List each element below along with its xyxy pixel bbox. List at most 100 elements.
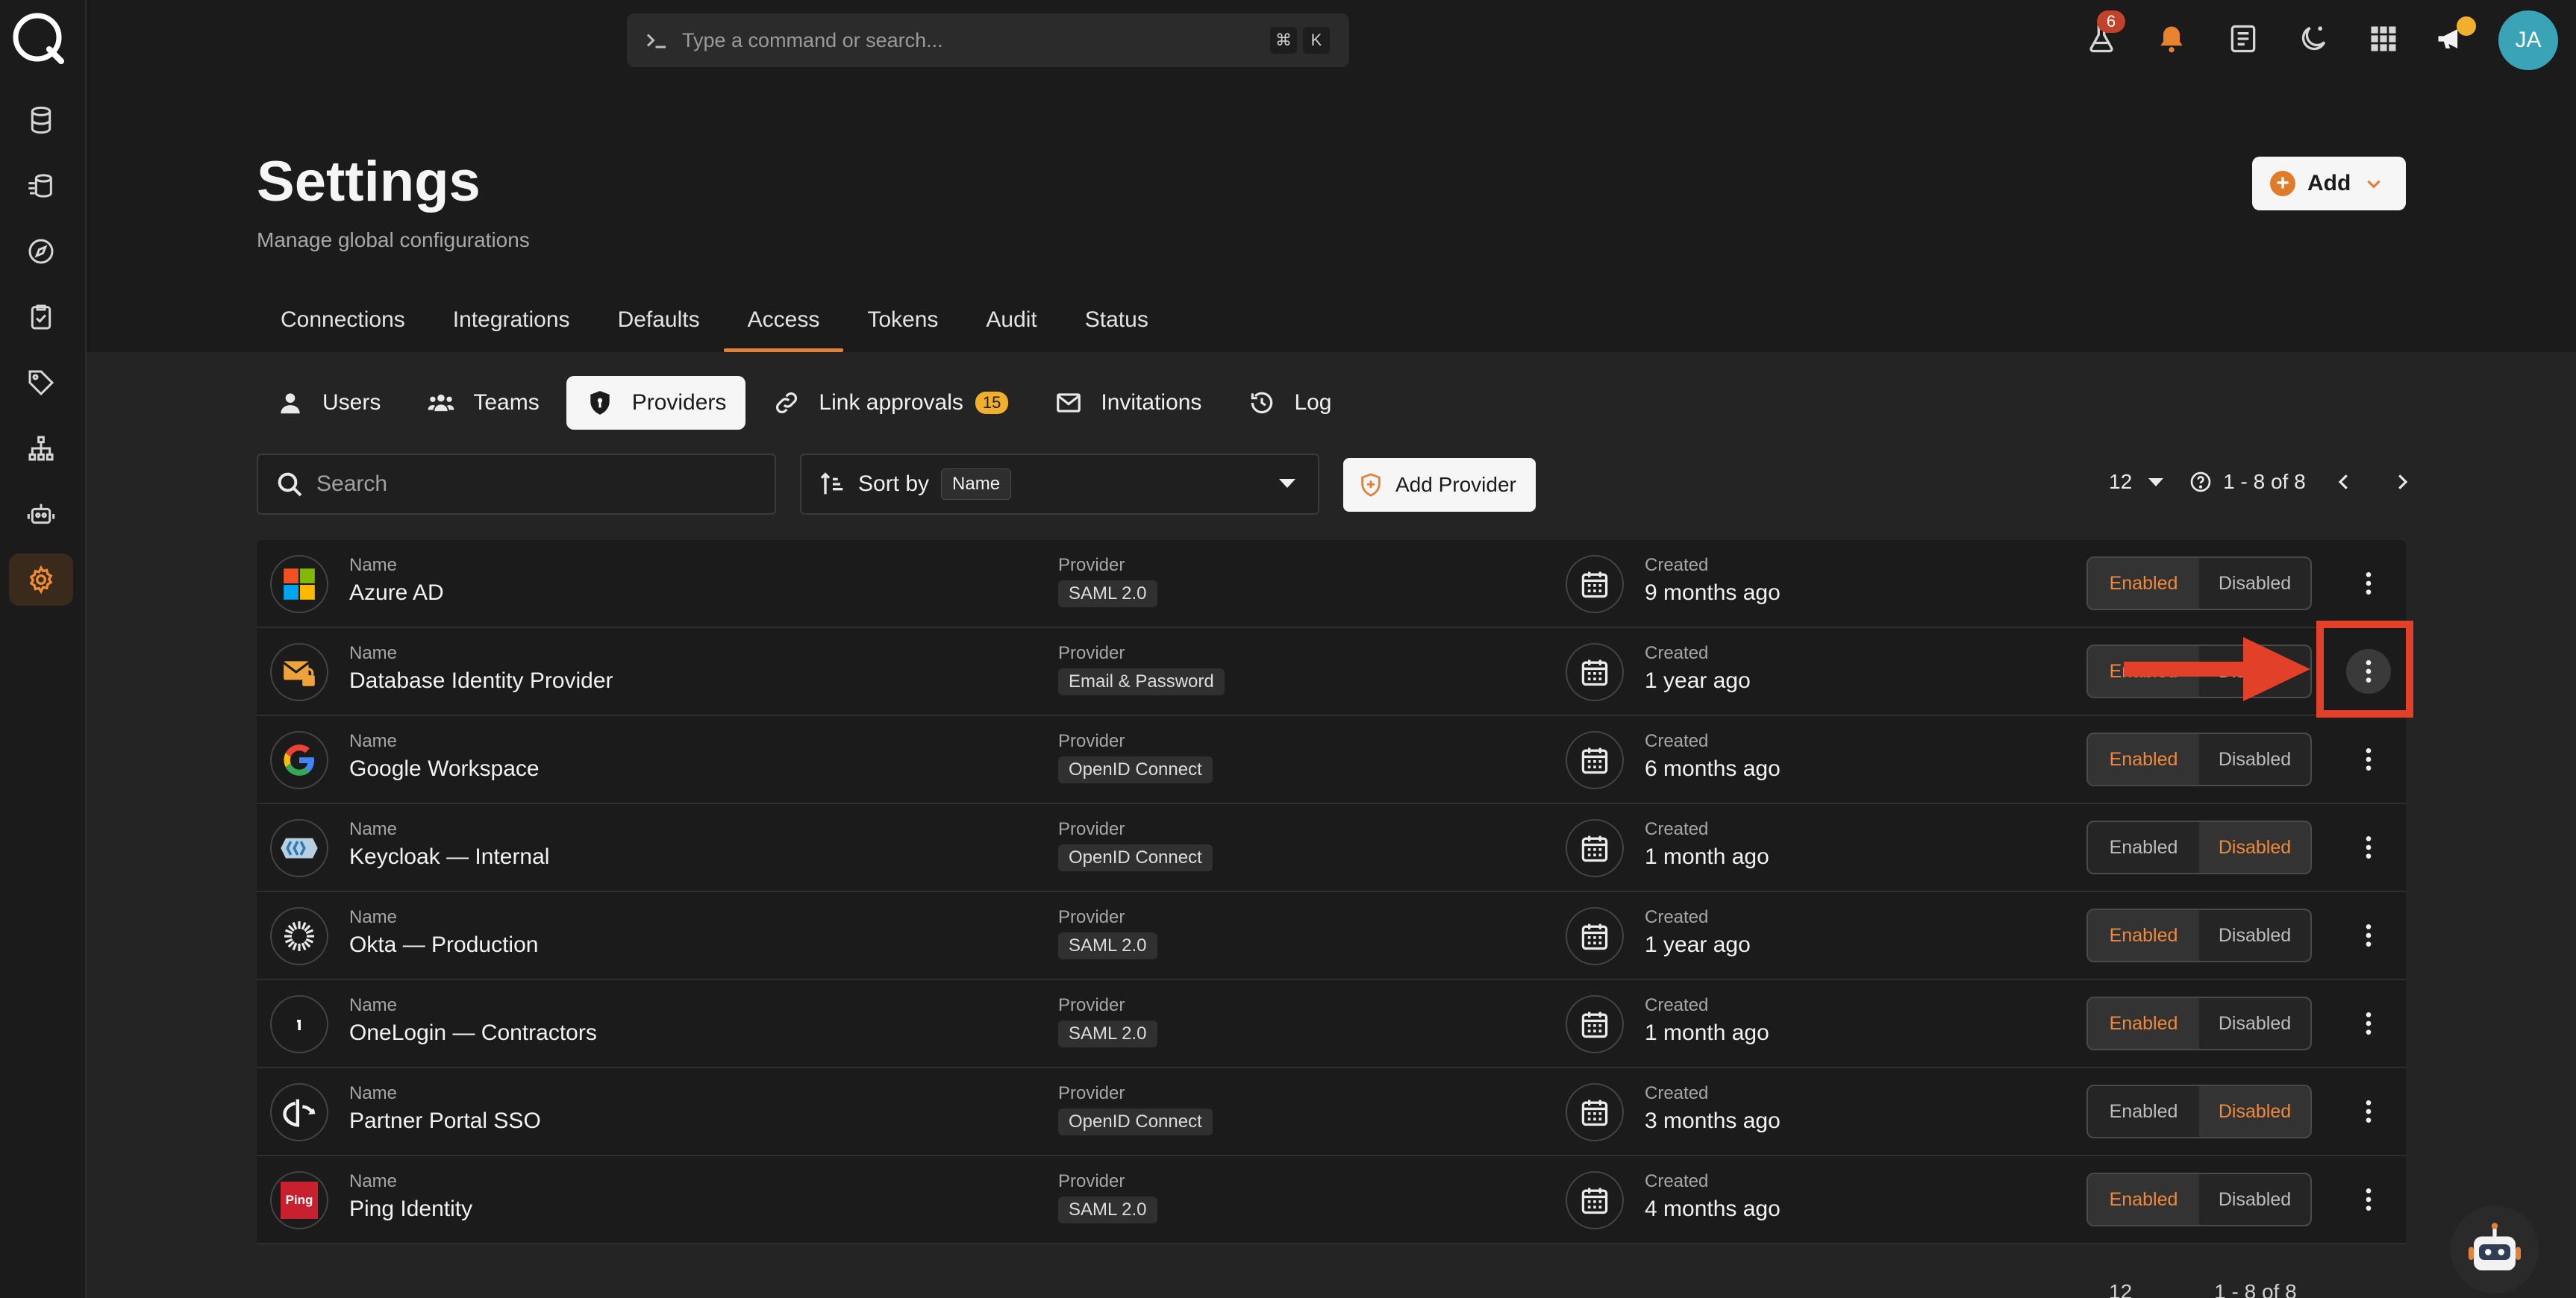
name-label: Name [349, 907, 398, 927]
help-circle-icon[interactable] [2189, 470, 2213, 494]
provider-cell: Provider OpenID Connect [1058, 1083, 1213, 1135]
calendar-icon [1566, 555, 1624, 613]
settings-gear-icon[interactable] [9, 554, 73, 606]
created-value: 1 month ago [1645, 1020, 1769, 1045]
next-page-icon[interactable] [2391, 471, 2413, 493]
disabled-option[interactable]: Disabled [2199, 734, 2310, 785]
name-cell: Name Partner Portal SSO [349, 1083, 541, 1134]
enabled-option[interactable]: Enabled [2088, 558, 2199, 609]
tag-icon[interactable] [9, 357, 73, 409]
created-label: Created [1645, 555, 1709, 575]
compass-icon[interactable] [9, 225, 73, 278]
app-logo[interactable] [10, 10, 67, 67]
link-approvals-count-badge: 15 [975, 392, 1009, 414]
page-size-value: 12 [2109, 470, 2133, 493]
checklist-icon[interactable] [9, 291, 73, 343]
provider-name: Partner Portal SSO [349, 1109, 541, 1133]
created-value: 9 months ago [1645, 580, 1781, 605]
provider-cell: Provider Email & Password [1058, 643, 1225, 695]
created-cell: Created 1 year ago [1645, 907, 1751, 958]
user-avatar[interactable]: JA [2498, 10, 2558, 70]
name-label: Name [349, 819, 398, 839]
hierarchy-icon[interactable] [9, 422, 73, 474]
enabled-option[interactable]: Enabled [2088, 822, 2199, 873]
created-value: 3 months ago [1645, 1109, 1781, 1133]
disabled-option[interactable]: Disabled [2199, 822, 2310, 873]
created-cell: Created 1 year ago [1645, 643, 1751, 694]
page-range: 1 - 8 of 8 [2223, 470, 2306, 493]
add-button[interactable]: + Add [2252, 157, 2406, 210]
row-more-menu-icon[interactable] [2346, 825, 2391, 870]
tab-connections[interactable]: Connections [257, 298, 429, 352]
tab-access[interactable]: Access [723, 298, 844, 352]
ping-logo-text: Ping [281, 1182, 318, 1219]
enabled-option[interactable]: Enabled [2088, 910, 2199, 961]
created-label: Created [1645, 907, 1709, 927]
disabled-option[interactable]: Disabled [2199, 910, 2310, 961]
row-more-menu-icon[interactable] [2346, 1177, 2391, 1222]
calendar-icon [1566, 995, 1624, 1053]
subtab-log[interactable]: Log [1228, 376, 1351, 430]
provider-search[interactable] [257, 454, 776, 515]
enabled-option[interactable]: Enabled [2088, 1174, 2199, 1225]
name-cell: Name Keycloak — Internal [349, 819, 549, 870]
subtab-teams[interactable]: Teams [407, 376, 558, 430]
sort-dropdown[interactable]: Sort by Name [800, 454, 1319, 515]
bell-icon[interactable] [2154, 21, 2189, 57]
search-input[interactable] [316, 471, 734, 497]
bottom-pagination: 12 1 - 8 of 8 [2109, 1280, 2297, 1298]
prev-page-icon[interactable] [2333, 471, 2355, 493]
enabled-option[interactable]: Enabled [2088, 998, 2199, 1049]
row-more-menu-icon[interactable] [2346, 913, 2391, 958]
provider-type-tag: OpenID Connect [1058, 756, 1213, 783]
row-more-menu-icon[interactable] [2346, 1089, 2391, 1134]
caret-down-icon [2148, 477, 2164, 486]
created-value: 4 months ago [1645, 1197, 1781, 1221]
subtab-providers[interactable]: Providers [566, 376, 746, 430]
database-flow-icon[interactable] [9, 160, 73, 212]
tab-defaults[interactable]: Defaults [594, 298, 724, 352]
row-more-menu-icon[interactable] [2346, 737, 2391, 782]
provider-label: Provider [1058, 731, 1125, 751]
apps-grid-icon[interactable] [2366, 21, 2401, 57]
table-row: Ping Name Ping Identity Provider SAML 2.… [257, 1156, 2406, 1244]
pagination: 12 1 - 8 of 8 [2109, 461, 2413, 503]
page-size-select[interactable]: 12 [2109, 470, 2164, 494]
disabled-option[interactable]: Disabled [2199, 558, 2310, 609]
tab-tokens[interactable]: Tokens [843, 298, 962, 352]
enabled-option[interactable]: Enabled [2088, 1086, 2199, 1137]
provider-type-tag: SAML 2.0 [1058, 932, 1157, 959]
subtab-teams-label: Teams [473, 390, 540, 415]
subtab-users[interactable]: Users [257, 376, 400, 430]
command-search-bar[interactable]: Type a command or search... ⌘ K [627, 13, 1349, 67]
theme-moon-icon[interactable] [2295, 21, 2331, 57]
row-more-menu-icon[interactable] [2346, 561, 2391, 606]
database-icon[interactable] [9, 94, 73, 146]
tab-integrations[interactable]: Integrations [429, 298, 594, 352]
subtab-invitations[interactable]: Invitations [1035, 376, 1221, 430]
document-icon[interactable] [2225, 21, 2261, 57]
tab-audit[interactable]: Audit [962, 298, 1060, 352]
name-cell: Name Azure AD [349, 555, 444, 606]
name-label: Name [349, 555, 398, 575]
terminal-prompt-icon [646, 34, 666, 48]
row-more-menu-icon[interactable] [2346, 1001, 2391, 1046]
disabled-option[interactable]: Disabled [2199, 1174, 2310, 1225]
provider-label: Provider [1058, 555, 1125, 575]
robot-icon[interactable] [9, 488, 73, 540]
enabled-option[interactable]: Enabled [2088, 734, 2199, 785]
page-title: Settings [257, 150, 481, 213]
name-label: Name [349, 1083, 398, 1103]
bottom-page-size[interactable]: 12 [2109, 1280, 2132, 1298]
name-label: Name [349, 995, 398, 1015]
add-provider-button[interactable]: Add Provider [1343, 458, 1536, 512]
annotation-arrow-icon [2124, 637, 2310, 701]
disabled-option[interactable]: Disabled [2199, 998, 2310, 1049]
disabled-option[interactable]: Disabled [2199, 1086, 2310, 1137]
subtab-link-approvals[interactable]: Link approvals 15 [753, 376, 1028, 430]
status-toggle: Enabled Disabled [2086, 821, 2312, 874]
tab-status[interactable]: Status [1061, 298, 1172, 352]
assistant-robot-icon[interactable] [2451, 1205, 2539, 1294]
provider-name: Google Workspace [349, 756, 540, 781]
openid-logo [270, 1083, 328, 1141]
